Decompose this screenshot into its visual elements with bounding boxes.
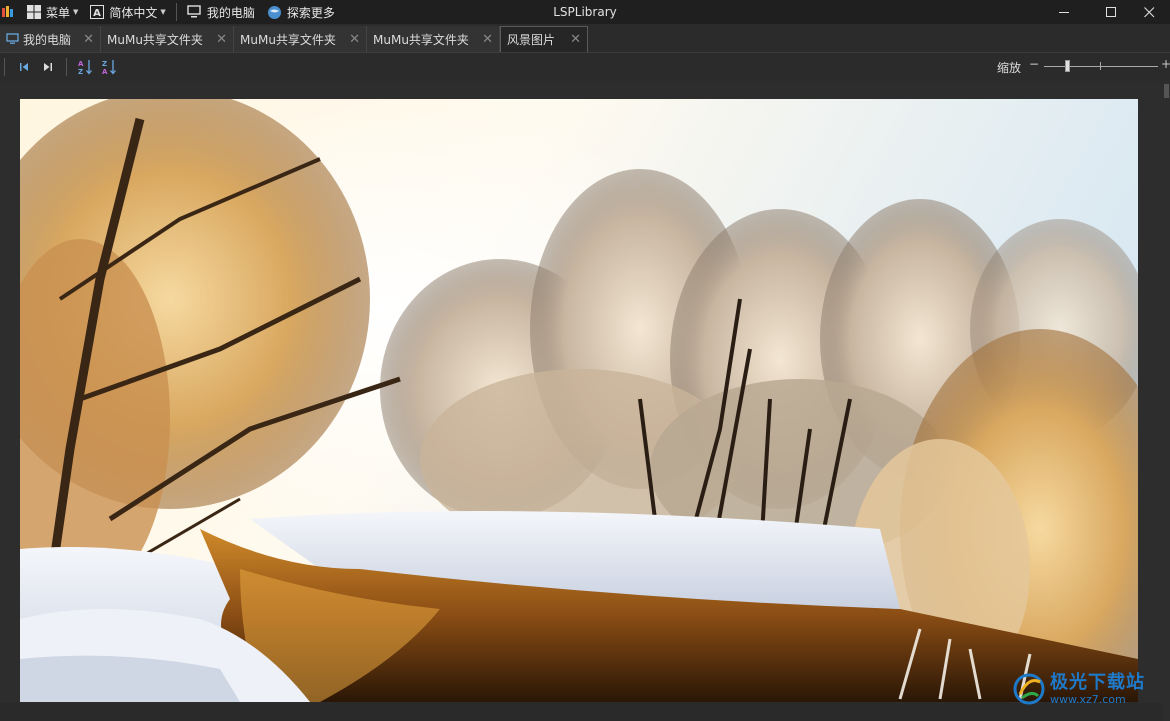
zoom-label: 缩放 — [997, 61, 1022, 75]
title-bar: 菜单 ▼ A 简体中文 ▼ 我的电脑 探索更多 — [0, 0, 1170, 24]
tab-close-icon[interactable]: ✕ — [482, 32, 493, 47]
watermark-url: www.xz7.com — [1050, 692, 1126, 706]
watermark: 极光下载站 www.xz7.com — [1012, 667, 1167, 711]
zoom-slider-track[interactable] — [1044, 66, 1158, 67]
language-label: 简体中文 — [109, 5, 158, 20]
computer-icon — [6, 33, 19, 44]
close-icon — [1143, 6, 1154, 17]
windows-icon — [27, 5, 41, 19]
maximize-icon — [1105, 6, 1116, 17]
zoom-out-button[interactable]: − — [1029, 57, 1039, 71]
my-computer-button[interactable]: 我的电脑 — [181, 0, 261, 24]
tab-mumu-shared-1[interactable]: MuMu共享文件夹 ✕ — [101, 26, 234, 52]
zoom-slider-tick — [1100, 62, 1101, 70]
first-image-button[interactable] — [12, 55, 36, 79]
horizontal-scrollbar[interactable] — [0, 703, 1162, 721]
chevron-down-icon: ▼ — [73, 8, 79, 16]
computer-icon — [187, 5, 201, 18]
divider — [66, 58, 67, 76]
divider — [175, 3, 177, 21]
tab-label: 我的电脑 — [23, 32, 72, 47]
sort-ascending-button[interactable]: A Z — [73, 55, 97, 79]
svg-text:Z: Z — [102, 60, 107, 68]
scenery-photo — [20, 99, 1138, 702]
close-window-button[interactable] — [1126, 0, 1170, 24]
svg-text:A: A — [102, 68, 108, 76]
toolbar: A Z Z A 缩放 − + — [0, 53, 1170, 81]
winter-river-landscape-image — [20, 99, 1138, 702]
zoom-in-button[interactable]: + — [1161, 57, 1170, 71]
watermark-title: 极光下载站 — [1050, 671, 1145, 693]
divider — [4, 58, 5, 76]
explore-button[interactable]: 探索更多 — [261, 0, 341, 24]
sort-descending-button[interactable]: Z A — [97, 55, 121, 79]
tab-label: MuMu共享文件夹 — [240, 32, 336, 47]
globe-icon — [267, 5, 281, 19]
tab-mumu-shared-3[interactable]: MuMu共享文件夹 ✕ — [367, 26, 500, 52]
chevron-down-icon: ▼ — [160, 8, 166, 16]
menu-label: 菜单 — [46, 5, 71, 20]
svg-text:A: A — [78, 60, 84, 68]
sort-az-icon: A Z — [78, 60, 92, 76]
skip-first-icon — [20, 63, 28, 71]
vertical-scrollbar[interactable] — [1162, 81, 1170, 701]
watermark-logo-icon — [1013, 673, 1045, 705]
app-logo-icon — [2, 6, 13, 17]
tab-scenery-pictures[interactable]: 风景图片 ✕ — [500, 26, 588, 52]
my-computer-label: 我的电脑 — [206, 5, 255, 20]
svg-text:A: A — [94, 8, 102, 19]
skip-last-icon — [44, 63, 52, 71]
tab-my-computer[interactable]: 我的电脑 ✕ — [0, 26, 101, 52]
app-logo — [0, 0, 20, 24]
zoom-slider-thumb[interactable] — [1064, 60, 1070, 72]
minimize-icon — [1058, 11, 1069, 13]
language-icon: A — [90, 4, 105, 19]
tab-label: MuMu共享文件夹 — [373, 32, 469, 47]
tab-label: MuMu共享文件夹 — [107, 32, 203, 47]
tab-mumu-shared-2[interactable]: MuMu共享文件夹 ✕ — [234, 26, 367, 52]
tab-label: 风景图片 — [507, 33, 556, 47]
sort-za-icon: Z A — [102, 60, 116, 76]
last-image-button[interactable] — [36, 55, 60, 79]
minimize-button[interactable] — [1041, 0, 1087, 24]
svg-text:Z: Z — [78, 68, 83, 76]
language-button[interactable]: A 简体中文 ▼ — [84, 0, 171, 24]
tab-close-icon[interactable]: ✕ — [216, 32, 227, 47]
tab-close-icon[interactable]: ✕ — [83, 32, 94, 47]
explore-label: 探索更多 — [286, 5, 335, 20]
scrollbar-thumb[interactable] — [1164, 84, 1169, 98]
tab-close-icon[interactable]: ✕ — [570, 32, 581, 47]
menu-button[interactable]: 菜单 ▼ — [20, 0, 84, 24]
tab-close-icon[interactable]: ✕ — [349, 32, 360, 47]
tab-bar: 我的电脑 ✕ MuMu共享文件夹 ✕ MuMu共享文件夹 ✕ MuMu共享文件夹… — [0, 26, 1170, 53]
